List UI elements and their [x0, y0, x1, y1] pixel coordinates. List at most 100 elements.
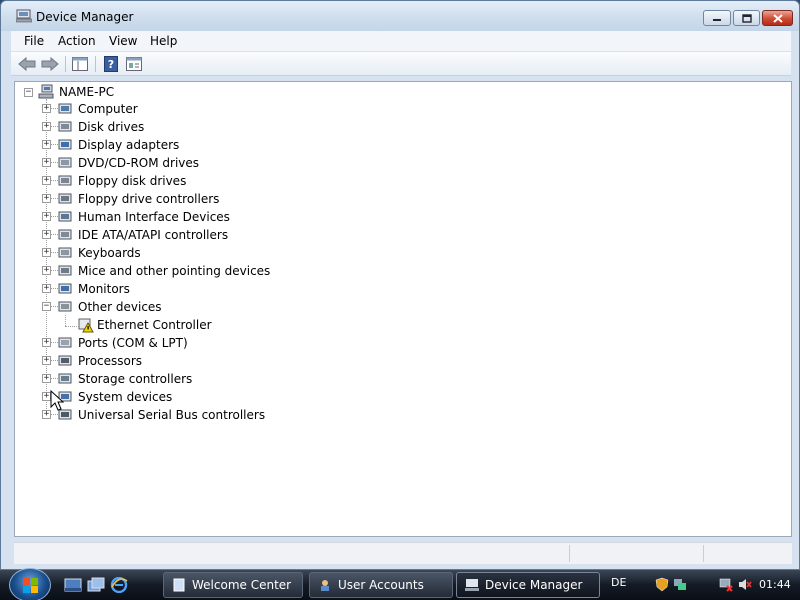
hid-icon: [58, 211, 72, 222]
tree-node-label[interactable]: IDE ATA/ATAPI controllers: [78, 228, 228, 242]
taskbar-label: Device Manager: [485, 578, 583, 592]
other-devices-icon: [58, 301, 72, 312]
status-divider: [569, 545, 570, 562]
network-icon[interactable]: [673, 577, 687, 592]
ide-controller-icon: [58, 229, 72, 240]
windows-logo-icon: [23, 578, 38, 593]
toolbar: ?: [11, 52, 791, 76]
security-shield-icon[interactable]: [655, 577, 669, 592]
tree-node-label[interactable]: Human Interface Devices: [78, 210, 230, 224]
node-expander[interactable]: +: [42, 122, 51, 131]
toolbar-separator: [95, 56, 96, 72]
tree-node-label[interactable]: Disk drives: [78, 120, 144, 134]
computer-network-icon: [38, 84, 54, 99]
processor-icon: [58, 355, 72, 366]
warning-device-icon: [78, 318, 94, 333]
node-expander[interactable]: +: [42, 176, 51, 185]
close-icon: [772, 13, 783, 23]
windows-start-orb[interactable]: [9, 568, 51, 600]
node-expander[interactable]: +: [42, 140, 51, 149]
mouse-icon: [58, 265, 72, 276]
properties-button[interactable]: [124, 55, 144, 73]
node-expander[interactable]: −: [42, 302, 51, 311]
tree-node-label[interactable]: Display adapters: [78, 138, 179, 152]
node-expander[interactable]: +: [42, 248, 51, 257]
disk-drive-icon: [58, 121, 72, 132]
properties-icon: [126, 57, 142, 71]
window-title: Device Manager: [36, 10, 134, 24]
device-manager-icon: [465, 579, 479, 591]
device-manager-icon: [16, 9, 32, 23]
show-hide-tree-button[interactable]: [70, 55, 90, 73]
tree-child-label[interactable]: Ethernet Controller: [97, 318, 212, 332]
tree-node-label[interactable]: Universal Serial Bus controllers: [78, 408, 265, 422]
device-tree-pane[interactable]: − NAME-PC + Computer + Disk drives + Display …: [14, 81, 792, 537]
tree-node-label[interactable]: Processors: [78, 354, 142, 368]
title-bar[interactable]: Device Manager: [1, 1, 799, 31]
node-expander[interactable]: +: [42, 158, 51, 167]
taskbar-welcome-center[interactable]: Welcome Center: [163, 572, 303, 598]
help-icon: ?: [104, 56, 118, 72]
dvd-drive-icon: [58, 157, 72, 168]
node-expander[interactable]: +: [42, 284, 51, 293]
show-desktop-icon[interactable]: [64, 577, 82, 593]
minimize-button[interactable]: [703, 10, 731, 26]
node-expander[interactable]: +: [42, 212, 51, 221]
node-expander[interactable]: +: [42, 266, 51, 275]
node-expander[interactable]: +: [42, 104, 51, 113]
tree-node-label[interactable]: Computer: [78, 102, 138, 116]
mouse-cursor-icon: [50, 390, 64, 411]
welcome-center-icon: [173, 578, 185, 592]
toolbar-separator: [65, 56, 66, 72]
tree-node-label[interactable]: Floppy disk drives: [78, 174, 186, 188]
node-expander[interactable]: +: [42, 356, 51, 365]
keyboard-icon: [58, 247, 72, 258]
root-expander[interactable]: −: [24, 88, 33, 97]
menu-file[interactable]: File: [24, 34, 44, 48]
help-button[interactable]: ?: [101, 55, 121, 73]
node-expander[interactable]: +: [42, 230, 51, 239]
device-manager-window: Device Manager File Action View Help ? −…: [0, 0, 800, 570]
tree-root-label[interactable]: NAME-PC: [59, 85, 114, 99]
tree-node-label[interactable]: Storage controllers: [78, 372, 192, 386]
internet-explorer-icon[interactable]: [110, 577, 128, 593]
language-indicator[interactable]: DE: [611, 576, 626, 589]
computer-icon: [58, 103, 72, 114]
menu-view[interactable]: View: [109, 34, 137, 48]
close-button[interactable]: [762, 10, 793, 26]
back-button[interactable]: [17, 55, 37, 73]
tree-node-label[interactable]: Keyboards: [78, 246, 141, 260]
taskbar-user-accounts[interactable]: User Accounts: [309, 572, 453, 598]
tree-node-label[interactable]: System devices: [78, 390, 172, 404]
clock[interactable]: 01:44: [759, 578, 791, 591]
network-disconnected-icon[interactable]: [719, 577, 733, 592]
tree-node-label[interactable]: Mice and other pointing devices: [78, 264, 270, 278]
volume-muted-icon[interactable]: [738, 577, 752, 592]
status-divider: [703, 545, 704, 562]
tree-node-label[interactable]: Ports (COM & LPT): [78, 336, 188, 350]
user-accounts-icon: [321, 580, 329, 591]
taskbar-label: User Accounts: [338, 578, 424, 592]
monitor-icon: [58, 283, 72, 294]
tree-node-label[interactable]: DVD/CD-ROM drives: [78, 156, 199, 170]
display-adapter-icon: [58, 139, 72, 150]
taskbar-device-manager[interactable]: Device Manager: [456, 572, 600, 598]
show-hide-console-tree-icon: [72, 57, 88, 71]
floppy-controller-icon: [58, 193, 72, 204]
maximize-button[interactable]: [733, 10, 760, 26]
minimize-icon: [713, 19, 721, 21]
tree-node-label[interactable]: Floppy drive controllers: [78, 192, 219, 206]
menu-help[interactable]: Help: [150, 34, 177, 48]
floppy-drive-icon: [58, 175, 72, 186]
forward-button[interactable]: [40, 55, 60, 73]
node-expander[interactable]: +: [42, 374, 51, 383]
node-expander[interactable]: +: [42, 194, 51, 203]
node-expander[interactable]: +: [42, 338, 51, 347]
switch-windows-icon[interactable]: [87, 577, 105, 593]
back-arrow-icon: [18, 57, 36, 71]
tree-node-label[interactable]: Monitors: [78, 282, 130, 296]
maximize-icon: [741, 13, 752, 23]
status-bar: [14, 542, 792, 564]
tree-node-label[interactable]: Other devices: [78, 300, 162, 314]
menu-action[interactable]: Action: [58, 34, 96, 48]
